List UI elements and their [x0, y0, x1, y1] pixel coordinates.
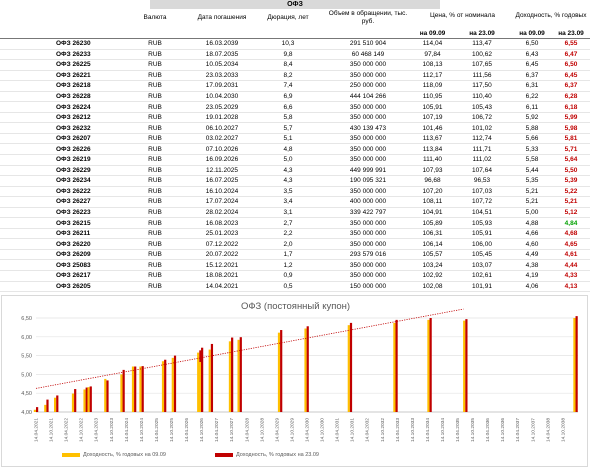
x-tick-label: 14.10.2029	[289, 418, 295, 442]
bar-yield-2309	[239, 337, 242, 412]
x-tick-label: 14.10.2035	[470, 418, 476, 442]
bar-yield-2309	[164, 359, 167, 412]
bar-yield-0909	[33, 409, 36, 412]
legend-swatch-0909	[62, 453, 80, 457]
legend-item-2309: Доходность, % годовых на 23.09	[215, 452, 319, 458]
x-tick-label: 14.04.2031	[335, 418, 341, 442]
bar-yield-0909	[104, 378, 107, 412]
x-tick-label: 14.04.2023	[94, 418, 100, 442]
x-tick-label: 14.10.2038	[560, 418, 566, 442]
x-tick-label: 14.10.2034	[440, 418, 446, 442]
x-tick-label: 14.04.2035	[455, 418, 461, 442]
x-tick-label: 14.04.2036	[485, 418, 491, 442]
bar-yield-2309	[306, 326, 309, 412]
x-tick-label: 14.04.2025	[154, 418, 160, 442]
bar-yield-0909	[171, 357, 174, 412]
bar-yield-2309	[122, 369, 125, 412]
y-tick-label: 6,00	[21, 335, 32, 341]
bar-yield-2309	[134, 366, 137, 412]
x-tick-label: 14.10.2022	[79, 418, 85, 442]
legend-item-0909: Доходность, % годовых на 09.09	[62, 452, 166, 458]
bar-yield-2309	[36, 407, 39, 412]
bar-yield-2309	[89, 386, 92, 412]
bar-yield-2309	[280, 330, 283, 412]
bar-yield-2309	[395, 319, 398, 412]
bar-yield-0909	[71, 393, 75, 412]
x-tick-label: 14.04.2026	[184, 418, 190, 442]
bar-yield-2309	[210, 343, 214, 412]
bar-yield-2309	[173, 355, 177, 412]
x-tick-label: 14.04.2024	[124, 418, 130, 442]
x-tick-label: 14.10.2036	[500, 418, 506, 442]
x-tick-label: 14.04.2021	[34, 418, 40, 442]
trendline	[35, 308, 464, 389]
x-tick-label: 14.04.2038	[545, 418, 551, 442]
x-tick-label: 14.10.2027	[229, 418, 235, 442]
bar-yield-0909	[208, 349, 211, 412]
bar-yield-0909	[87, 387, 90, 412]
bar-yield-0909	[347, 325, 350, 412]
bar-yield-0909	[44, 404, 47, 412]
y-tick-label: 4,00	[21, 410, 32, 416]
bar-yield-0909	[161, 361, 165, 412]
bar-yield-0909	[304, 328, 307, 412]
x-tick-label: 14.10.2025	[169, 418, 175, 442]
bar-yield-2309	[46, 399, 49, 412]
y-tick-label: 4,50	[21, 391, 32, 397]
bar-yield-0909	[573, 318, 576, 412]
bar-yield-0909	[83, 389, 86, 412]
legend-label-2309: Доходность, % годовых на 23.09	[236, 452, 319, 458]
x-tick-label: 14.10.2024	[139, 418, 145, 442]
bar-yield-0909	[463, 320, 466, 412]
bar-yield-0909	[198, 361, 202, 412]
x-tick-label: 14.10.2028	[259, 418, 265, 442]
legend-label-0909: Доходность, % годовых на 09.09	[83, 452, 166, 458]
x-tick-label: 14.04.2033	[395, 418, 401, 442]
bar-yield-2309	[74, 389, 77, 412]
bar-yield-0909	[131, 366, 135, 412]
bar-yield-0909	[53, 397, 57, 412]
x-tick-label: 14.10.2030	[320, 418, 326, 442]
bar-yield-0909	[120, 374, 123, 412]
x-tick-label: 14.10.2023	[109, 418, 115, 442]
screenshot-root: ОФЗ Валюта Дата погашения Дюрация, лет О…	[0, 0, 590, 468]
bar-yield-0909	[393, 322, 396, 412]
x-tick-label: 14.10.2037	[530, 418, 536, 442]
x-tick-label: 14.04.2022	[64, 418, 70, 442]
x-tick-label: 14.04.2034	[425, 418, 431, 442]
bar-yield-2309	[231, 337, 234, 412]
y-tick-label: 6,50	[21, 316, 32, 322]
bar-yield-2309	[56, 395, 59, 412]
x-tick-label: 14.10.2021	[49, 418, 55, 442]
bar-yield-2309	[465, 319, 468, 412]
bar-yield-0909	[228, 341, 232, 412]
yield-chart: 4,00 4,50 5,00 5,50 6,00 6,50 14.04.2021 14.10.…	[21, 308, 578, 442]
legend-swatch-2309	[215, 453, 233, 457]
bar-yield-0909	[427, 319, 430, 412]
bar-yield-2309	[575, 316, 578, 412]
x-tick-label: 14.04.2037	[515, 418, 521, 442]
bar-yield-0909	[139, 366, 142, 412]
y-tick-label: 5,50	[21, 354, 32, 360]
bar-yield-2309	[429, 318, 432, 412]
bar-yield-2309	[106, 380, 109, 412]
x-tick-label: 14.04.2029	[274, 418, 280, 442]
x-tick-label: 14.10.2032	[380, 418, 386, 442]
x-tick-label: 14.04.2030	[304, 418, 310, 442]
x-tick-label: 14.10.2026	[199, 418, 205, 442]
bar-yield-0909	[277, 332, 281, 412]
chart-legend: Доходность, % годовых на 09.09 Доходност…	[0, 452, 587, 462]
bar-yield-2309	[349, 322, 353, 412]
x-tick-label: 14.10.2033	[410, 418, 416, 442]
x-tick-label: 14.04.2027	[214, 418, 220, 442]
x-tick-label: 14.10.2031	[350, 418, 356, 442]
x-tick-label: 14.04.2028	[244, 418, 250, 442]
x-tick-label: 14.04.2032	[365, 418, 371, 442]
bar-yield-2309	[141, 366, 144, 412]
y-tick-label: 5,00	[21, 372, 32, 378]
